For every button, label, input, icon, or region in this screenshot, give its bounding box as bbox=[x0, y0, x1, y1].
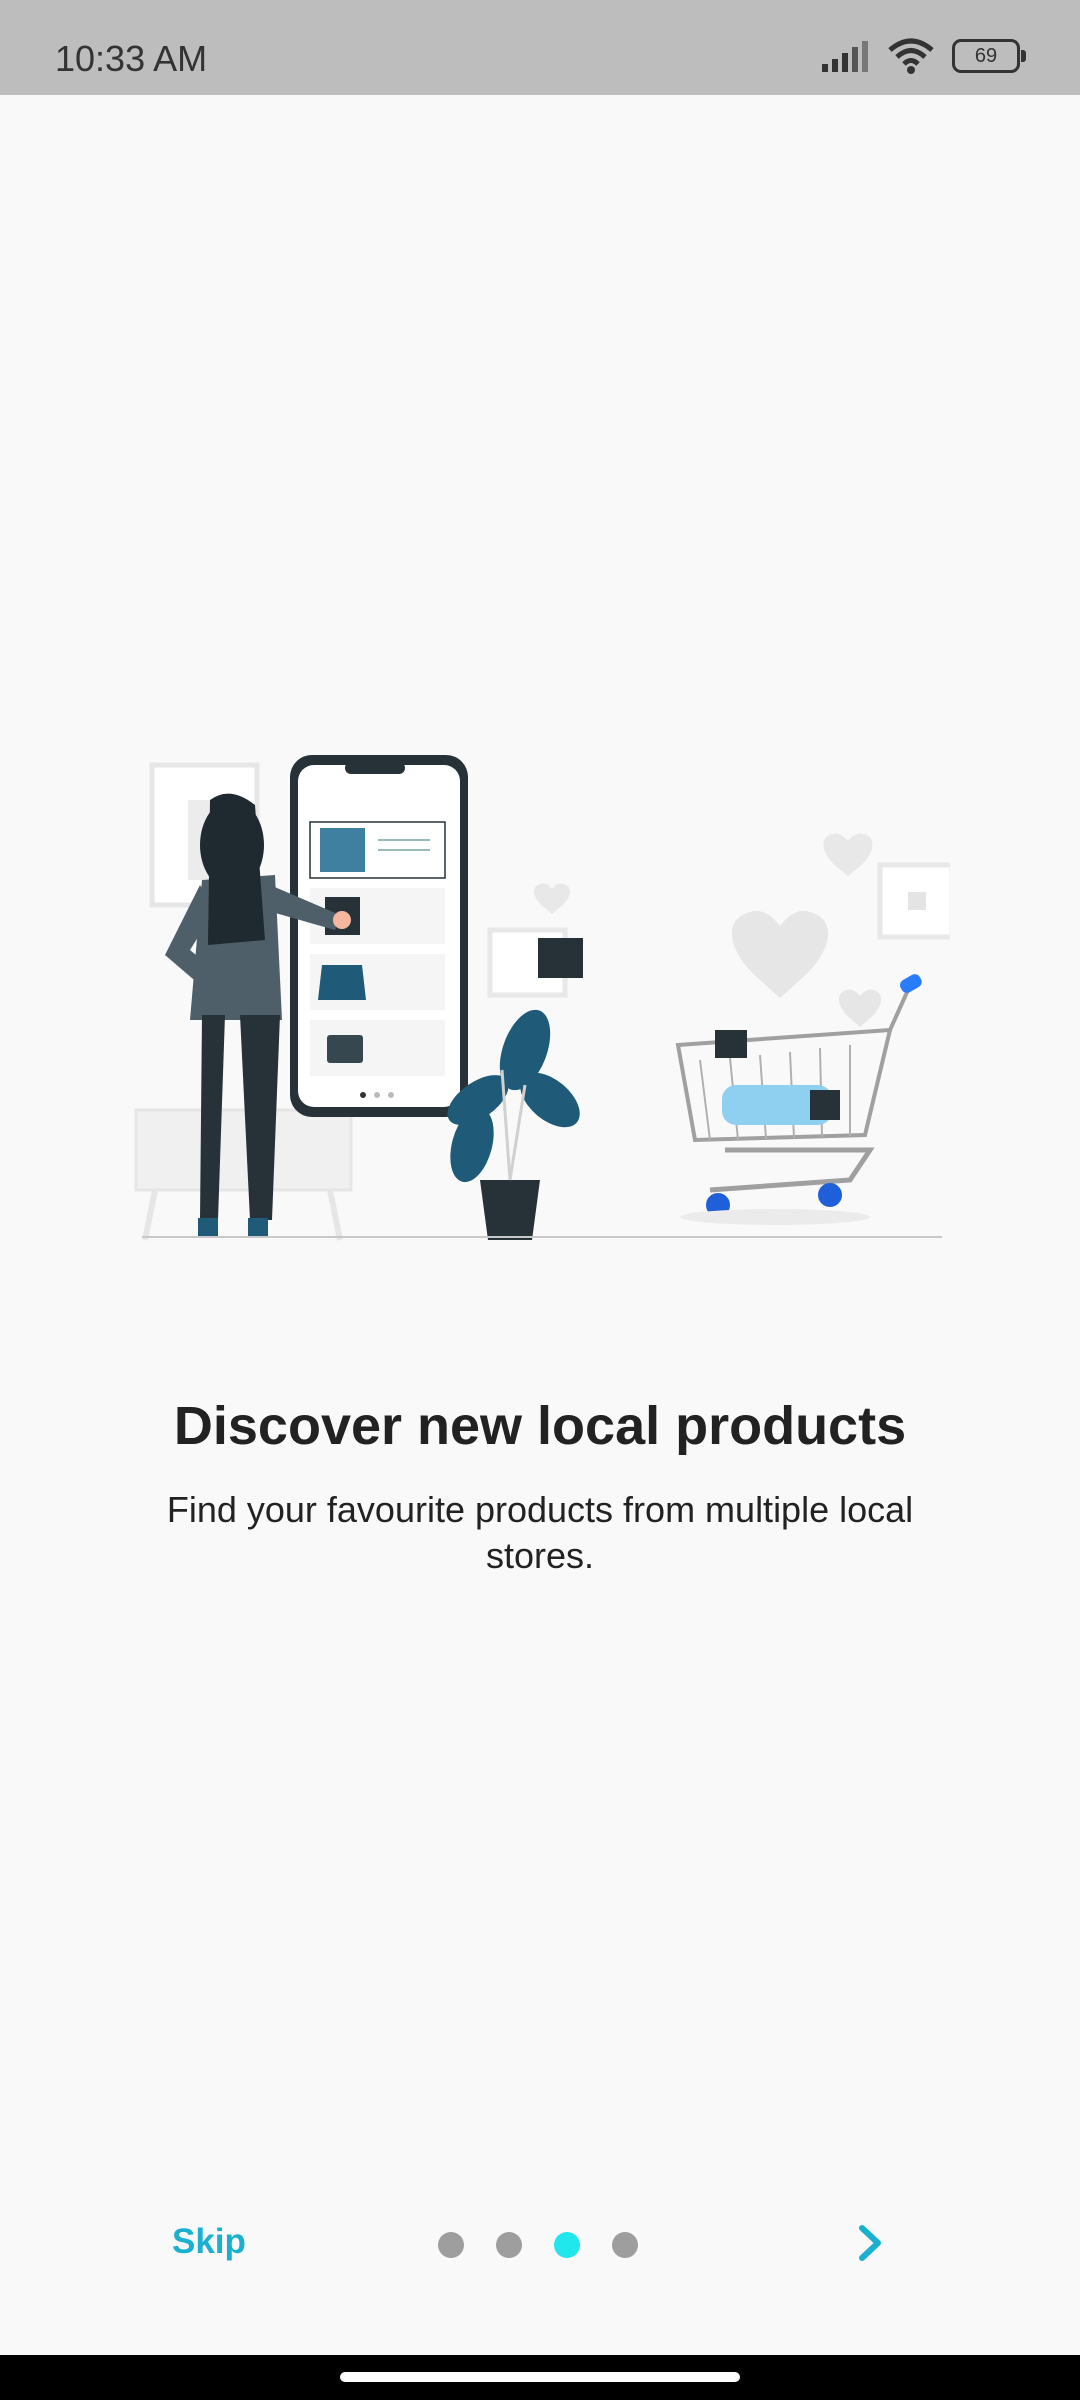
page-dot-3-active[interactable] bbox=[554, 2232, 580, 2258]
wall-frame-right-art bbox=[908, 892, 926, 910]
status-time: 10:33 AM bbox=[55, 38, 208, 79]
page-indicator bbox=[438, 2232, 638, 2258]
signal-icon bbox=[822, 41, 868, 72]
heart-icon bbox=[533, 883, 571, 914]
skip-button[interactable]: Skip bbox=[172, 2222, 246, 2262]
cabinet bbox=[134, 1108, 353, 1192]
status-bar: 10:33 AM 69 bbox=[0, 0, 1080, 95]
phone-mockup bbox=[290, 755, 468, 1117]
page-dot-1[interactable] bbox=[438, 2232, 464, 2258]
shopping-cart bbox=[675, 974, 922, 1225]
next-button[interactable] bbox=[850, 2218, 890, 2268]
shorts-item bbox=[538, 938, 583, 978]
battery-level: 69 bbox=[974, 44, 998, 67]
chevron-right-icon bbox=[859, 2225, 881, 2261]
onboarding-title: Discover new local products bbox=[173, 1396, 907, 1456]
wifi-icon bbox=[888, 38, 934, 74]
page-dot-4[interactable] bbox=[612, 2232, 638, 2258]
page-dot-2[interactable] bbox=[496, 2232, 522, 2258]
heart-icon bbox=[838, 989, 882, 1027]
status-icons: 69 bbox=[820, 36, 1026, 76]
battery-icon: 69 bbox=[952, 39, 1026, 73]
home-indicator[interactable] bbox=[340, 2372, 740, 2382]
heart-icon bbox=[731, 910, 829, 998]
onboarding-subtitle: Find your favourite products from multip… bbox=[166, 1489, 914, 1576]
heart-icon bbox=[823, 833, 873, 876]
onboarding-illustration bbox=[134, 755, 950, 1241]
